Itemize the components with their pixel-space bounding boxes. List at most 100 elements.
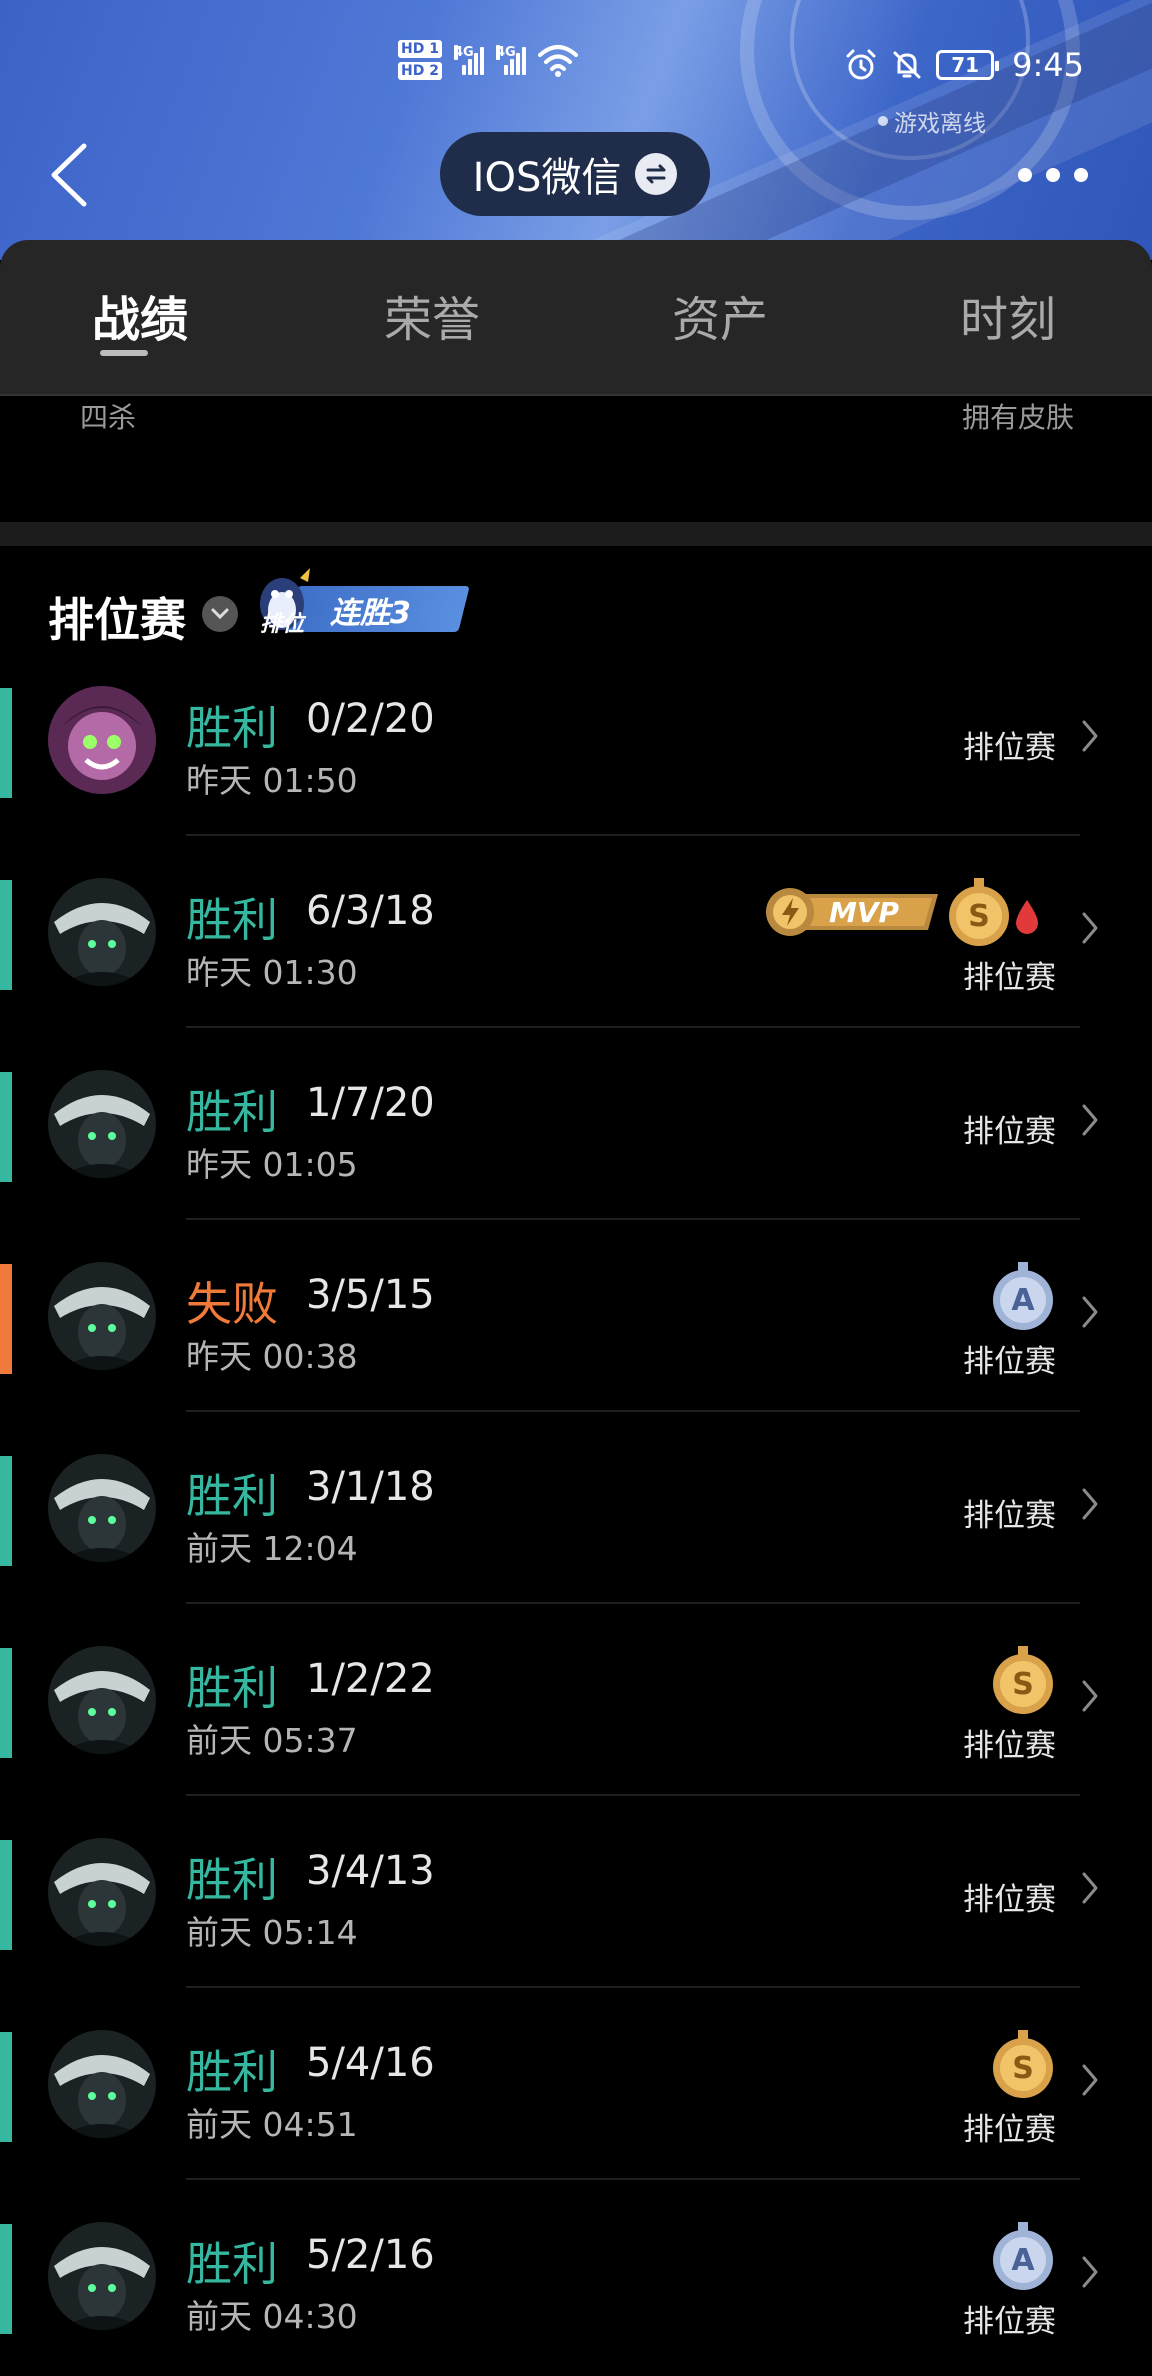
chevron-right-icon — [1082, 720, 1098, 752]
match-kda: 3/1/18 — [306, 1464, 435, 1510]
match-result: 胜利 — [186, 2237, 278, 2291]
match-kda: 0/2/20 — [306, 696, 435, 742]
hero-avatar — [48, 1262, 156, 1370]
svg-text:S: S — [968, 899, 990, 934]
match-time: 昨天 01:50 — [186, 761, 358, 800]
match-result: 胜利 — [186, 1469, 278, 1523]
match-row[interactable]: 胜利 0/2/20 昨天 01:50 排位赛 — [0, 668, 1152, 860]
match-result: 胜利 — [186, 701, 278, 755]
result-indicator — [0, 2032, 12, 2142]
a-medal-icon: A — [990, 2220, 1056, 2292]
match-row[interactable]: 胜利 5/2/16 前天 04:30 排位赛 A — [0, 2204, 1152, 2376]
status-bar: HD 1 HD 2 4G 4G 71 9:45 — [0, 36, 1152, 96]
match-time: 前天 04:51 — [186, 2105, 358, 2144]
chevron-down-icon[interactable] — [202, 596, 238, 632]
swap-icon — [635, 153, 678, 195]
match-kda: 5/2/16 — [306, 2232, 435, 2278]
match-result: 胜利 — [186, 1661, 278, 1715]
match-time: 前天 04:30 — [186, 2297, 358, 2336]
chevron-right-icon — [1082, 1872, 1098, 1904]
result-indicator — [0, 1840, 12, 1950]
chevron-right-icon — [1082, 912, 1098, 944]
match-kda: 6/3/18 — [306, 888, 435, 934]
s-medal-icon: S — [990, 1644, 1056, 1716]
match-result: 胜利 — [186, 1085, 278, 1139]
game-status: 游戏离线 — [878, 104, 986, 138]
match-time: 昨天 01:05 — [186, 1145, 358, 1184]
match-row[interactable]: 胜利 5/4/16 前天 04:51 排位赛 S — [0, 2012, 1152, 2204]
match-row[interactable]: 胜利 3/4/13 前天 05:14 排位赛 — [0, 1820, 1152, 2012]
battery-icon: 71 — [936, 50, 1000, 80]
chevron-right-icon — [1082, 1296, 1098, 1328]
match-kda: 5/4/16 — [306, 2040, 435, 2086]
hd1-badge: HD 1 — [398, 40, 442, 58]
stat-quadra-kill-label: 四杀 — [80, 401, 137, 434]
match-result: 胜利 — [186, 2045, 278, 2099]
mvp-badge-icon: MVP — [766, 888, 938, 936]
tab-record[interactable]: 战绩 — [92, 280, 188, 350]
match-mode: 排位赛 — [963, 2304, 1056, 2340]
row-divider — [186, 2178, 1080, 2180]
svg-text:S: S — [1012, 1667, 1034, 1702]
match-row[interactable]: 胜利 3/1/18 前天 12:04 排位赛 — [0, 1436, 1152, 1628]
wifi-icon — [537, 45, 578, 77]
svg-text:A: A — [1011, 2243, 1035, 2278]
first-blood-icon — [1016, 900, 1038, 934]
match-row[interactable]: 胜利 6/3/18 昨天 01:30 排位赛 MVP S — [0, 860, 1152, 1052]
result-indicator — [0, 1456, 12, 1566]
tab-bar: 战绩 荣誉 资产 时刻 — [0, 240, 1152, 396]
mvp-text: MVP — [829, 896, 900, 929]
match-mode: 排位赛 — [963, 1114, 1056, 1150]
result-indicator — [0, 1264, 12, 1374]
match-row[interactable]: 失败 3/5/15 昨天 00:38 排位赛 A — [0, 1244, 1152, 1436]
match-kda: 1/2/22 — [306, 1656, 435, 1702]
match-result: 胜利 — [186, 1853, 278, 1907]
match-kda: 3/5/15 — [306, 1272, 435, 1318]
hero-avatar — [48, 686, 156, 794]
section-divider — [0, 522, 1152, 546]
result-indicator — [0, 880, 12, 990]
match-result: 胜利 — [186, 893, 278, 947]
result-indicator — [0, 1072, 12, 1182]
chevron-right-icon — [1082, 2064, 1098, 2096]
svg-text:A: A — [1011, 1283, 1035, 1318]
status-bar-network: HD 1 HD 2 4G 4G — [398, 40, 578, 80]
account-name: IOS微信 — [472, 155, 622, 201]
signal-icon: 4G — [453, 45, 484, 75]
status-dot-icon — [878, 116, 888, 126]
game-status-label: 游戏离线 — [894, 111, 986, 137]
chevron-right-icon — [1082, 2256, 1098, 2288]
match-mode: 排位赛 — [963, 1498, 1056, 1534]
match-kda: 1/7/20 — [306, 1080, 435, 1126]
alarm-icon — [846, 49, 876, 80]
match-time: 昨天 01:30 — [186, 953, 358, 992]
account-switcher[interactable]: IOS微信 — [440, 132, 710, 216]
row-divider — [186, 1410, 1080, 1412]
chevron-right-icon — [1082, 1488, 1098, 1520]
tab-moments[interactable]: 时刻 — [960, 280, 1056, 350]
svg-text:S: S — [1012, 2051, 1034, 2086]
row-divider — [186, 1026, 1080, 1028]
hero-avatar — [48, 2030, 156, 2138]
match-row[interactable]: 胜利 1/7/20 昨天 01:05 排位赛 — [0, 1052, 1152, 1244]
match-result: 失败 — [186, 1277, 278, 1331]
a-medal-icon: A — [990, 1260, 1056, 1332]
app-header: HD 1 HD 2 4G 4G 71 9:45 游戏离线 IOS微信 — [0, 0, 1152, 260]
row-divider — [186, 1602, 1080, 1604]
match-time: 前天 05:37 — [186, 1721, 358, 1760]
battery-level: 71 — [951, 53, 980, 77]
tab-honor[interactable]: 荣誉 — [384, 280, 480, 350]
tab-assets[interactable]: 资产 — [672, 280, 768, 350]
match-mode: 排位赛 — [963, 2112, 1056, 2148]
back-button[interactable] — [44, 140, 94, 210]
hd2-badge: HD 2 — [398, 62, 442, 80]
more-icon[interactable] — [1018, 158, 1088, 192]
section-title[interactable]: 排位赛 — [48, 584, 186, 650]
hero-avatar — [48, 1646, 156, 1754]
active-tab-indicator — [100, 350, 148, 356]
match-row[interactable]: 胜利 1/2/22 前天 05:37 排位赛 S — [0, 1628, 1152, 1820]
hero-avatar — [48, 1454, 156, 1562]
mute-icon — [893, 51, 921, 79]
status-clock: 9:45 — [1012, 46, 1084, 84]
match-mode: 排位赛 — [963, 960, 1056, 996]
